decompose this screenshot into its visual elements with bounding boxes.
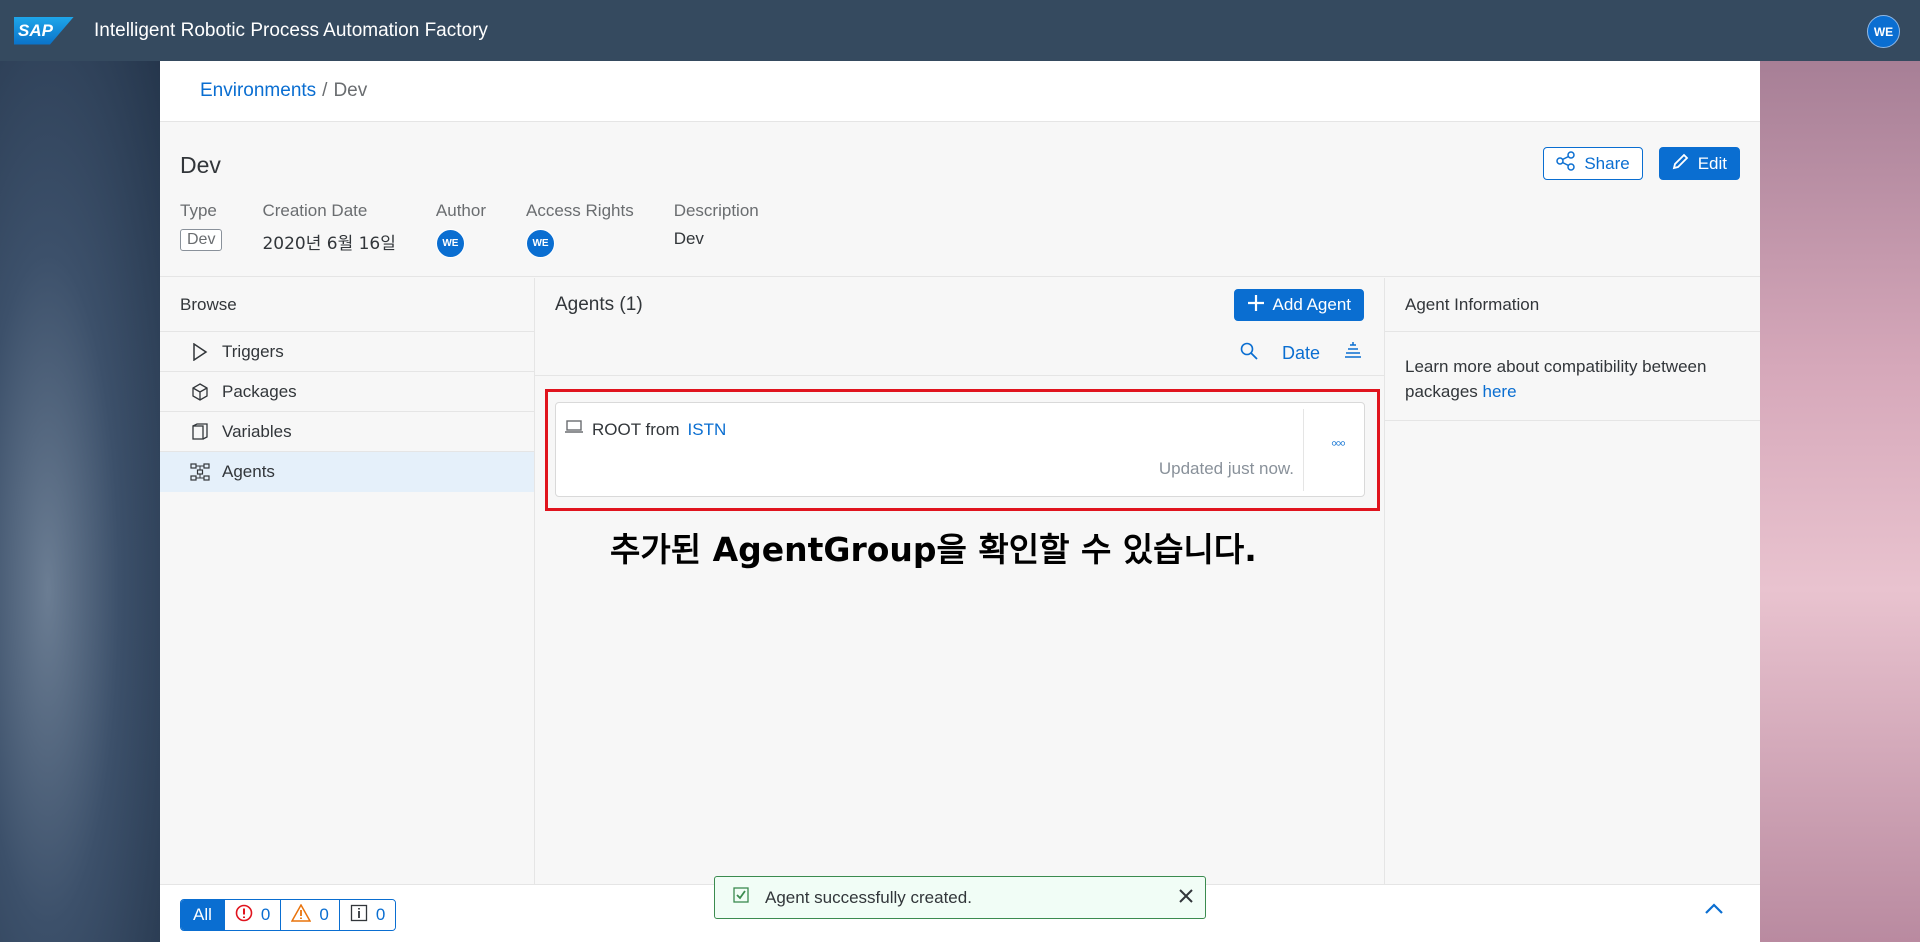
breadcrumb-current: Dev	[333, 80, 368, 101]
card-divider	[1303, 409, 1304, 491]
browse-item-label: Packages	[222, 381, 297, 401]
browse-title: Browse	[160, 278, 534, 332]
browse-item-variables[interactable]: Variables	[160, 412, 534, 452]
header-actions: Share Edit	[1543, 147, 1740, 180]
agent-info-text: Learn more about compatibility between p…	[1385, 332, 1760, 421]
attributes: Type Dev Creation Date 2020년 6월 16일 Auth…	[180, 201, 799, 258]
agents-icon	[190, 462, 210, 482]
filter-warnings-button[interactable]: 0	[280, 900, 339, 930]
browse-item-label: Triggers	[222, 341, 284, 361]
browse-item-packages[interactable]: Packages	[160, 372, 534, 412]
shell-bar: SAP Intelligent Robotic Process Automati…	[0, 0, 1920, 61]
browse-item-label: Variables	[222, 421, 292, 441]
browse-item-agents[interactable]: Agents	[160, 452, 534, 492]
sap-logo[interactable]: SAP	[14, 16, 74, 45]
agent-card[interactable]: ROOT from ISTN Updated just now. ◦◦◦	[555, 402, 1365, 497]
search-icon[interactable]	[1240, 342, 1258, 365]
warnings-count: 0	[319, 905, 329, 924]
attr-type: Type Dev	[180, 201, 223, 258]
plus-icon	[1247, 294, 1265, 317]
annotation-caption: 추가된 AgentGroup을 확인할 수 있습니다.	[610, 530, 1257, 569]
browse-item-triggers[interactable]: Triggers	[160, 332, 534, 372]
add-agent-button[interactable]: Add Agent	[1233, 289, 1364, 321]
breadcrumb: Environments / Dev	[160, 61, 1760, 122]
background-right	[1760, 61, 1920, 942]
add-agent-label: Add Agent	[1272, 295, 1351, 314]
info-icon	[350, 904, 368, 927]
type-label: Type	[180, 201, 217, 220]
info-count: 0	[375, 905, 386, 924]
author-label: Author	[435, 201, 486, 220]
creation-date-label: Creation Date	[262, 201, 368, 220]
agent-info-title: Agent Information	[1385, 278, 1760, 332]
description-value: Dev	[673, 229, 704, 248]
sort-icon[interactable]	[1344, 342, 1362, 365]
toast-message: Agent successfully created.	[765, 887, 972, 907]
variables-icon	[190, 422, 210, 442]
error-icon	[235, 904, 253, 927]
access-rights-label: Access Rights	[526, 201, 634, 220]
sort-date-button[interactable]: Date	[1282, 343, 1320, 364]
browse-item-label: Agents	[222, 462, 275, 481]
user-avatar[interactable]: WE	[1867, 15, 1900, 48]
author-avatar[interactable]: WE	[435, 229, 465, 258]
type-token: Dev	[180, 229, 223, 251]
attr-creation-date: Creation Date 2020년 6월 16일	[262, 201, 395, 258]
creation-date-value: 2020년 6월 16일	[262, 234, 396, 254]
access-rights-avatar[interactable]: WE	[526, 229, 555, 258]
browse-column: Browse Triggers Packages Variables Agent…	[160, 278, 535, 884]
success-toast: Agent successfully created.	[714, 876, 1206, 919]
more-options-icon[interactable]: ◦◦◦	[1331, 433, 1346, 454]
play-icon	[190, 342, 210, 362]
agents-toolbar: Date	[535, 332, 1384, 376]
warning-icon	[291, 902, 312, 927]
agent-name-prefix: ROOT from	[592, 419, 680, 439]
pencil-icon	[1672, 152, 1690, 175]
edit-button[interactable]: Edit	[1658, 147, 1740, 180]
content-columns: Browse Triggers Packages Variables Agent…	[160, 278, 1760, 884]
app-title: Intelligent Robotic Process Automation F…	[94, 19, 488, 41]
checkbox-check-icon	[733, 887, 749, 908]
errors-count: 0	[260, 905, 271, 924]
laptop-icon	[564, 419, 584, 440]
agent-info-here-link[interactable]: here	[1483, 382, 1517, 401]
close-icon[interactable]	[1177, 885, 1195, 911]
share-button[interactable]: Share	[1543, 147, 1643, 180]
agent-info-body: Learn more about compatibility between p…	[1405, 357, 1707, 401]
agents-header: Agents (1) Add Agent	[535, 278, 1384, 332]
filter-info-button[interactable]: 0	[338, 900, 396, 930]
breadcrumb-separator: /	[322, 80, 328, 101]
filter-errors-button[interactable]: 0	[223, 900, 281, 930]
agent-name: ROOT from ISTN	[564, 419, 726, 440]
filter-all-button[interactable]: All	[181, 900, 224, 930]
edit-label: Edit	[1697, 153, 1727, 173]
agent-host-link[interactable]: ISTN	[688, 420, 727, 440]
attr-author: Author WE	[435, 201, 486, 258]
page-title: Dev	[180, 152, 221, 178]
description-label: Description	[673, 201, 759, 220]
agent-updated: Updated just now.	[1158, 459, 1294, 478]
chevron-up-icon[interactable]	[1704, 901, 1724, 920]
agents-column: Agents (1) Add Agent Date ROOT from ISTN…	[535, 278, 1385, 884]
agents-title: Agents (1)	[555, 294, 643, 315]
attr-description: Description Dev	[674, 201, 759, 258]
message-filter: All 0 0 0	[180, 899, 397, 931]
object-header: Dev Share Edit Type Dev Creation Date 20…	[160, 122, 1760, 277]
breadcrumb-environments-link[interactable]: Environments	[200, 80, 316, 102]
background-left	[0, 61, 160, 942]
agent-info-column: Agent Information Learn more about compa…	[1385, 278, 1760, 884]
share-label: Share	[1584, 153, 1630, 173]
package-icon	[190, 382, 210, 402]
attr-access-rights: Access Rights WE	[526, 201, 634, 258]
share-icon	[1556, 151, 1576, 176]
main-panel: Environments / Dev Dev Share Edit Type D…	[160, 61, 1760, 942]
